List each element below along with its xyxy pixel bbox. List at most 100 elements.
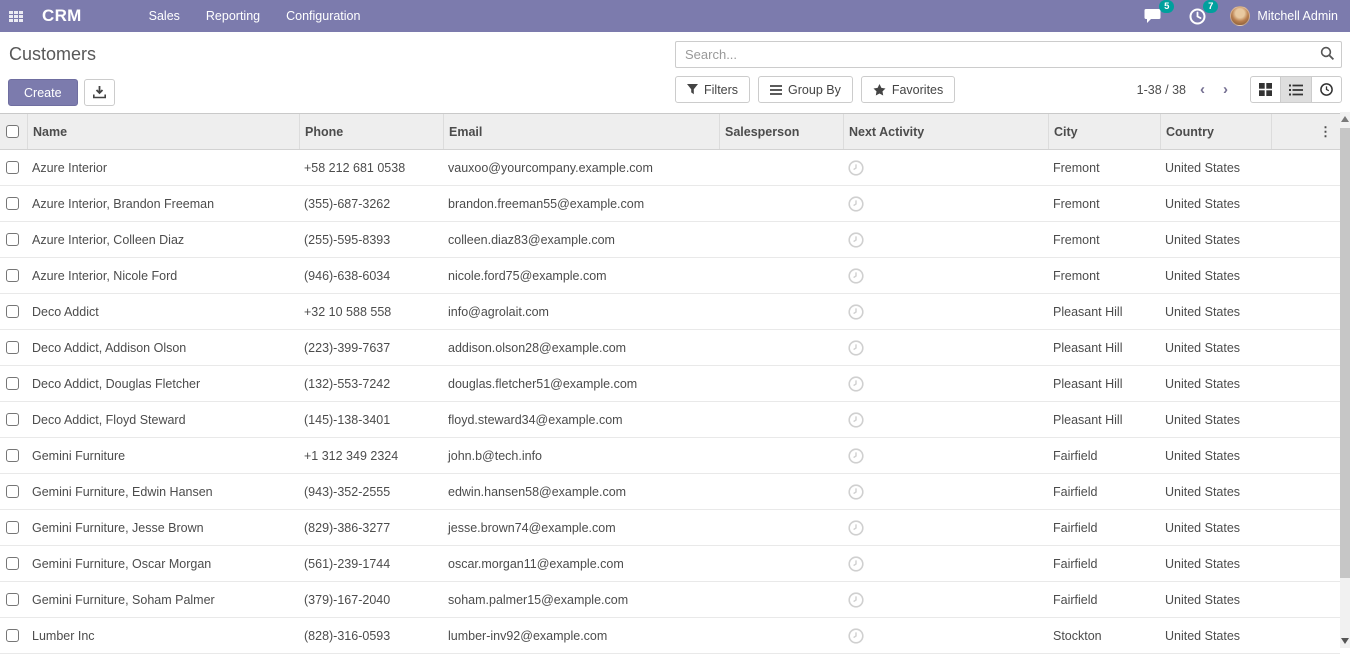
cell-country: United States [1160,593,1271,607]
column-header-city[interactable]: City [1048,114,1160,149]
user-menu[interactable]: Mitchell Admin [1230,6,1342,26]
search-input[interactable] [675,41,1342,68]
schedule-activity-clock-icon[interactable] [848,268,864,284]
filters-button[interactable]: Filters [675,76,750,103]
pager-next-icon[interactable]: › [1219,80,1232,99]
cell-next-activity [843,340,1048,356]
column-header-next-activity[interactable]: Next Activity [843,114,1048,149]
schedule-activity-clock-icon[interactable] [848,484,864,500]
schedule-activity-clock-icon[interactable] [848,232,864,248]
list-view-button[interactable] [1280,76,1312,103]
table-row[interactable]: Deco Addict, Addison Olson (223)-399-763… [0,330,1340,366]
table-row[interactable]: Deco Addict +32 10 588 558 info@agrolait… [0,294,1340,330]
table-row[interactable]: Deco Addict, Douglas Fletcher (132)-553-… [0,366,1340,402]
schedule-activity-clock-icon[interactable] [848,412,864,428]
schedule-activity-clock-icon[interactable] [848,304,864,320]
menu-sales[interactable]: Sales [136,0,193,32]
menu-configuration[interactable]: Configuration [273,0,373,32]
apps-menu-icon[interactable] [4,4,28,28]
row-checkbox[interactable] [6,629,19,642]
table-row[interactable]: Gemini Furniture, Soham Palmer (379)-167… [0,582,1340,618]
schedule-activity-clock-icon[interactable] [848,340,864,356]
schedule-activity-clock-icon[interactable] [848,160,864,176]
avatar [1230,6,1250,26]
cell-next-activity [843,196,1048,212]
cell-phone: +58 212 681 0538 [299,161,443,175]
table-row[interactable]: Azure Interior +58 212 681 0538 vauxoo@y… [0,150,1340,186]
column-header-salesperson[interactable]: Salesperson [719,114,843,149]
cell-name: Azure Interior, Brandon Freeman [27,197,299,211]
activities-icon[interactable]: 7 [1186,6,1208,26]
schedule-activity-clock-icon[interactable] [848,448,864,464]
table-row[interactable]: Azure Interior, Colleen Diaz (255)-595-8… [0,222,1340,258]
row-checkbox[interactable] [6,161,19,174]
vertical-scrollbar[interactable] [1340,112,1350,648]
row-checkbox[interactable] [6,485,19,498]
main-menu: Sales Reporting Configuration [136,0,374,32]
table-row[interactable]: Gemini Furniture, Edwin Hansen (943)-352… [0,474,1340,510]
table-row[interactable]: Lumber Inc (828)-316-0593 lumber-inv92@e… [0,618,1340,654]
cell-name: Gemini Furniture [27,449,299,463]
schedule-activity-clock-icon[interactable] [848,376,864,392]
menu-reporting[interactable]: Reporting [193,0,273,32]
scroll-down-icon[interactable] [1341,638,1349,644]
table-body: Azure Interior +58 212 681 0538 vauxoo@y… [0,150,1340,654]
column-header-country[interactable]: Country [1160,114,1271,149]
cell-phone: (255)-595-8393 [299,233,443,247]
row-checkbox[interactable] [6,377,19,390]
column-header-phone[interactable]: Phone [299,114,443,149]
activities-badge: 7 [1203,0,1218,13]
favorites-button[interactable]: Favorites [861,76,955,103]
cell-city: Fairfield [1048,449,1160,463]
cell-next-activity [843,232,1048,248]
table-row[interactable]: Gemini Furniture, Oscar Morgan (561)-239… [0,546,1340,582]
cell-name: Gemini Furniture, Soham Palmer [27,593,299,607]
kanban-view-button[interactable] [1250,76,1281,103]
cell-name: Deco Addict [27,305,299,319]
row-checkbox[interactable] [6,521,19,534]
table-row[interactable]: Azure Interior, Nicole Ford (946)-638-60… [0,258,1340,294]
list-icon [1289,84,1303,96]
bars-icon [770,85,782,95]
export-button[interactable] [84,79,115,106]
app-title[interactable]: CRM [42,6,82,26]
star-icon [873,84,886,96]
optional-columns-icon[interactable]: ⋮ [1319,125,1332,138]
row-checkbox[interactable] [6,557,19,570]
row-checkbox[interactable] [6,233,19,246]
pager-previous-icon[interactable]: ‹ [1196,80,1209,99]
group-by-button[interactable]: Group By [758,76,853,103]
select-all-checkbox[interactable] [6,125,19,138]
row-checkbox[interactable] [6,413,19,426]
cell-city: Fremont [1048,161,1160,175]
cell-email: soham.palmer15@example.com [443,593,719,607]
cell-phone: (379)-167-2040 [299,593,443,607]
row-checkbox[interactable] [6,449,19,462]
schedule-activity-clock-icon[interactable] [848,592,864,608]
schedule-activity-clock-icon[interactable] [848,520,864,536]
schedule-activity-clock-icon[interactable] [848,556,864,572]
messages-icon[interactable]: 5 [1142,6,1164,26]
table-row[interactable]: Azure Interior, Brandon Freeman (355)-68… [0,186,1340,222]
schedule-activity-clock-icon[interactable] [848,628,864,644]
table-row[interactable]: Deco Addict, Floyd Steward (145)-138-340… [0,402,1340,438]
schedule-activity-clock-icon[interactable] [848,196,864,212]
cell-name: Lumber Inc [27,629,299,643]
search-icon[interactable] [1320,46,1335,61]
scroll-up-icon[interactable] [1341,116,1349,122]
row-checkbox[interactable] [6,305,19,318]
activity-view-button[interactable] [1311,76,1342,103]
table-row[interactable]: Gemini Furniture, Jesse Brown (829)-386-… [0,510,1340,546]
column-header-name[interactable]: Name [27,114,299,149]
cell-name: Gemini Furniture, Oscar Morgan [27,557,299,571]
create-button[interactable]: Create [8,79,78,106]
table-row[interactable]: Gemini Furniture +1 312 349 2324 john.b@… [0,438,1340,474]
cell-name: Azure Interior, Nicole Ford [27,269,299,283]
scrollbar-thumb[interactable] [1340,128,1350,578]
row-checkbox[interactable] [6,593,19,606]
row-checkbox[interactable] [6,269,19,282]
cell-email: douglas.fletcher51@example.com [443,377,719,391]
row-checkbox[interactable] [6,341,19,354]
row-checkbox[interactable] [6,197,19,210]
column-header-email[interactable]: Email [443,114,719,149]
